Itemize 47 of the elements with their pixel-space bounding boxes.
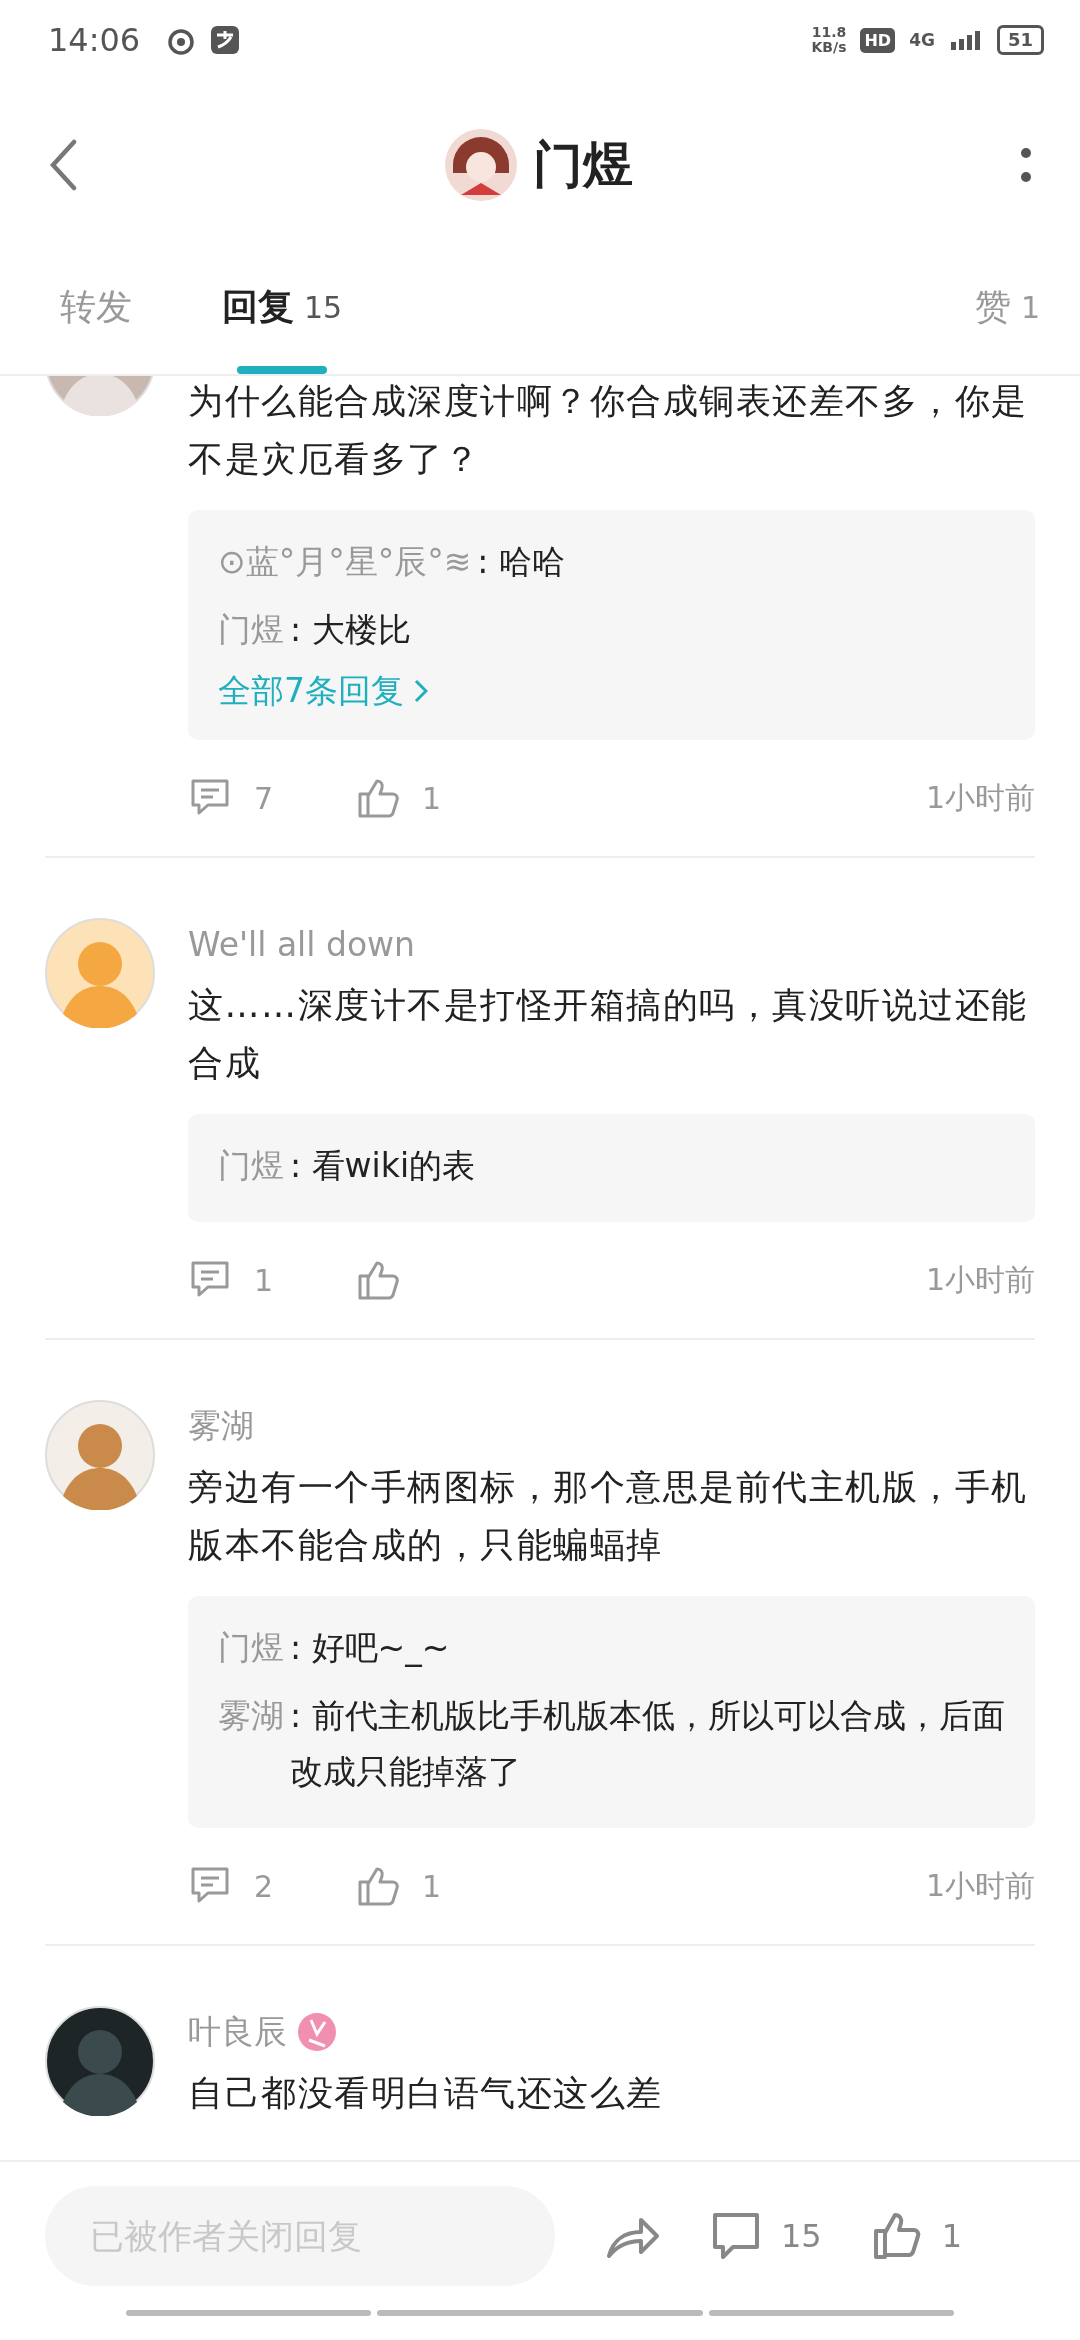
hd-badge: HD: [860, 27, 896, 53]
tab[interactable]: 转发: [60, 250, 132, 374]
avatar: [445, 129, 517, 201]
more-icon[interactable]: [1020, 145, 1032, 185]
comment-time: 1小时前: [925, 1260, 1035, 1299]
like-icon[interactable]: [871, 2211, 922, 2261]
comment-icon[interactable]: [711, 2211, 761, 2261]
comment-time: 1小时前: [925, 778, 1035, 817]
comment-text: 这……深度计不是打怪开箱搞的吗，真没听说过还能合成: [188, 984, 1029, 1085]
network-speed: 11.8: [811, 25, 847, 40]
reply-count: 1: [254, 1262, 274, 1298]
reply-author[interactable]: 门煜: [218, 1138, 284, 1194]
avatar[interactable]: [45, 2006, 155, 2116]
tab[interactable]: 赞 1: [974, 250, 1040, 374]
comment-text: 旁边有一个手柄图标，那个意思是前代主机版，手机版本不能合成的，只能蝙蝠掉: [188, 1466, 1029, 1567]
app-notification-icon: [210, 25, 241, 55]
view-all-replies-link[interactable]: 全部7条回复: [218, 664, 428, 718]
status-time: 14:06: [48, 21, 141, 59]
battery-indicator: 51: [996, 25, 1044, 55]
like-count: 1: [941, 2217, 963, 2255]
speed-unit: KB/s: [811, 40, 847, 55]
network-type: 4G: [909, 30, 935, 50]
commenter-name[interactable]: We'll all down: [188, 924, 415, 964]
reply-text: : 好吧~_~: [290, 1627, 451, 1669]
comment-count: 15: [781, 2217, 822, 2255]
reply-text: : 大楼比: [290, 609, 412, 651]
reply-author[interactable]: 门煜: [218, 1620, 284, 1676]
reply-author[interactable]: ⊙蓝°月°星°辰°≋: [218, 534, 472, 590]
like-count: 1: [422, 1868, 442, 1904]
comment-time: 1小时前: [925, 1866, 1035, 1905]
reply-text: : 前代主机版比手机版本低，所以可以合成，后面改成只能掉落了: [290, 1695, 1005, 1793]
reply-author[interactable]: 门煜: [218, 602, 284, 658]
back-icon[interactable]: [48, 139, 78, 191]
like-count: 1: [422, 780, 442, 816]
commenter-name[interactable]: 叶良辰: [188, 2009, 287, 2055]
reply-count: 2: [254, 1868, 274, 1904]
reply-count: 7: [254, 780, 274, 816]
header-title: 门煜: [533, 134, 633, 196]
chevron-icon: [414, 679, 428, 703]
tab[interactable]: 回复 15: [222, 250, 343, 374]
signal-icon: [948, 30, 983, 50]
reply-author[interactable]: 雾湖: [218, 1688, 284, 1744]
reply-text: : 哈哈: [477, 541, 566, 583]
comment-text: 自己都没看明白语气还这么差: [188, 2072, 664, 2115]
comment-text: 为什么能合成深度计啊？你合成铜表还差不多，你是不是灾厄看多了？: [188, 380, 1029, 481]
reply-text: : 看wiki的表: [290, 1145, 477, 1187]
commenter-name[interactable]: 雾湖: [188, 1403, 254, 1449]
